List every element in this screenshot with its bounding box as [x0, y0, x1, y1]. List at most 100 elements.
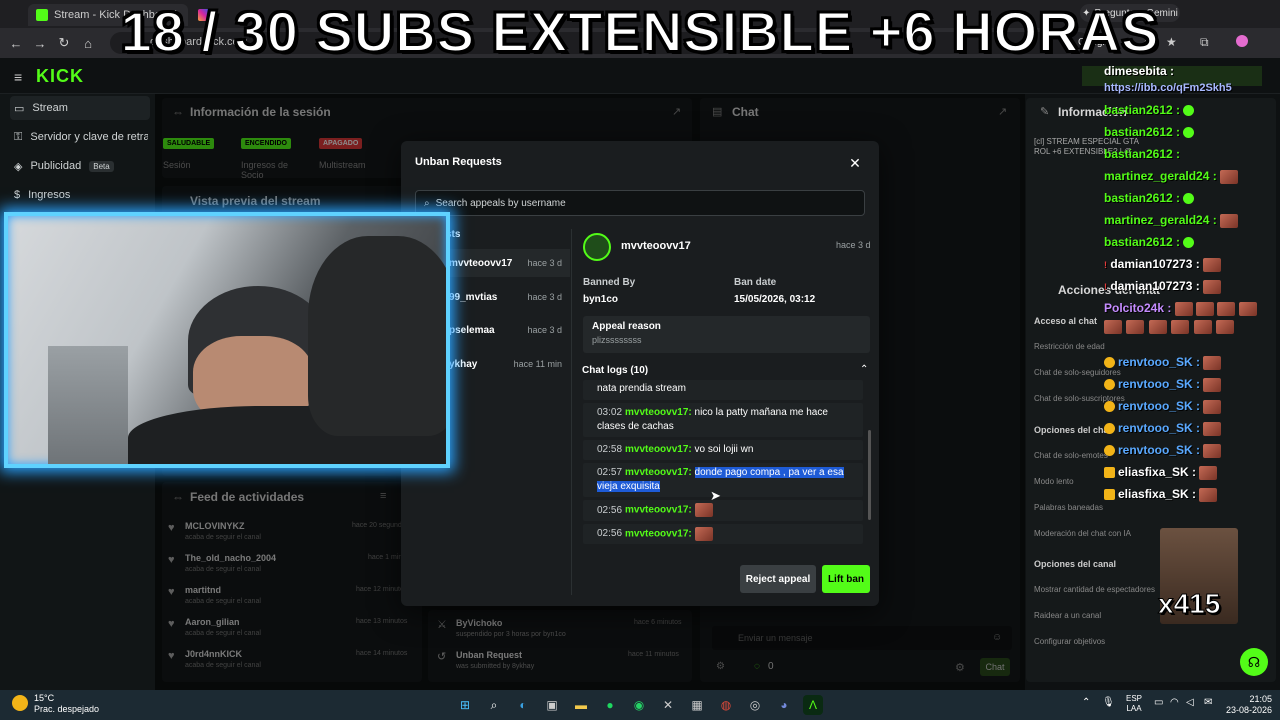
request-row-pselemaa[interactable]: pselemaa hace 3 d: [445, 316, 570, 344]
folder-icon[interactable]: ▬: [571, 695, 591, 715]
appeal-reason-text: plizssssssss: [592, 335, 642, 345]
log-time: 02:56: [597, 528, 623, 540]
webcam-hood: [308, 236, 446, 436]
obs-kick-icon[interactable]: Λ: [803, 695, 823, 715]
banned-by-value: byn1co: [583, 294, 619, 305]
notification-icon[interactable]: ✉: [1204, 697, 1212, 708]
search-field[interactable]: ⌕: [415, 190, 865, 216]
logs-scrollbar[interactable]: [868, 430, 871, 520]
log-user[interactable]: mvvteoovv17:: [625, 505, 692, 516]
microphone-icon[interactable]: 🎙: [1102, 697, 1115, 708]
emote-icon: [694, 526, 713, 541]
tray-chevron-icon[interactable]: ⌃: [1082, 697, 1090, 708]
emote-icon: [1203, 355, 1222, 370]
log-user[interactable]: mvvteoovv17:: [625, 528, 692, 539]
close-icon[interactable]: ✕: [846, 154, 864, 172]
emote-icon: [694, 503, 713, 517]
list-item: 02:58 mvvteoovv17: vo soi lojii wn: [583, 440, 863, 460]
emote-icon: [1203, 279, 1222, 294]
xbox-icon[interactable]: ✕: [658, 695, 678, 715]
wifi-icon[interactable]: ◠: [1170, 697, 1179, 708]
request-row-mvtias[interactable]: 99_mvtias hace 3 d: [445, 283, 570, 311]
chevron-up-icon[interactable]: ⌃: [860, 364, 868, 375]
weather-widget[interactable]: 15°C Prac. despejado: [10, 693, 99, 715]
beta-badge: Beta: [89, 160, 114, 172]
emote-icon: [1199, 487, 1218, 502]
steam-icon[interactable]: ◎: [745, 695, 765, 715]
sidebar-item-stream[interactable]: ▭ Stream: [10, 96, 150, 120]
megaphone-icon: ◈: [14, 160, 23, 173]
log-text: vo soi lojii wn: [694, 444, 754, 455]
kick-logo[interactable]: KICK: [36, 66, 84, 87]
list-item: 02:57 mvvteoovv17: donde pago compa , pa …: [583, 463, 863, 497]
sub-badge-icon: [1104, 489, 1115, 501]
sidebar-item-ads[interactable]: ◈ Publicidad Beta: [10, 154, 150, 178]
mouse-cursor-icon: ➤: [710, 488, 721, 503]
lift-ban-button[interactable]: Lift ban: [822, 565, 870, 593]
clock-time: 21:05: [1249, 694, 1273, 704]
log-time: 02:56: [597, 504, 623, 516]
store-icon[interactable]: ▣: [542, 695, 562, 715]
sub-badge-icon: [1104, 467, 1115, 479]
action-item[interactable]: Chat de solo-emotes: [1034, 451, 1108, 460]
capture-icon[interactable]: ▦: [687, 695, 707, 715]
action-item: Opciones del canal: [1034, 559, 1117, 569]
sub-badge-icon: [1104, 379, 1115, 391]
emote-icon: [1203, 257, 1222, 272]
emote-icon: [1238, 301, 1257, 316]
action-item[interactable]: Restricción de edad: [1034, 342, 1105, 351]
log-user[interactable]: mvvteoovv17:: [625, 444, 692, 455]
search-icon[interactable]: ⌕: [484, 695, 504, 715]
action-item[interactable]: Acceso al chat: [1034, 316, 1097, 326]
taskbar-clock[interactable]: 21:05 23-08-2026: [1226, 694, 1272, 716]
sidebar-item-label: Stream: [32, 102, 68, 114]
action-item[interactable]: Palabras baneadas: [1034, 503, 1103, 512]
modal-divider: [571, 229, 572, 595]
battery-icon[interactable]: ▭: [1154, 697, 1163, 708]
reject-appeal-button[interactable]: Reject appeal: [740, 565, 816, 593]
emote-icon: [1199, 465, 1218, 480]
edge-icon[interactable]: ◐: [513, 695, 533, 715]
log-user[interactable]: mvvteoovv17:: [625, 467, 692, 478]
emote-counter: x415: [1157, 588, 1221, 620]
chat-line: bastian2612 :: [1104, 231, 1197, 253]
action-item[interactable]: Raidear a un canal: [1034, 611, 1101, 620]
log-time: 02:57: [597, 467, 623, 478]
action-item[interactable]: Configurar objetivos: [1034, 637, 1105, 646]
emote-icon: [1104, 319, 1122, 334]
chat-line: eliasfixa_SK :: [1104, 461, 1218, 483]
request-row-mvvteoovv17[interactable]: mvvteoovv17 hace 3 d: [445, 249, 570, 277]
chat-logs-header[interactable]: Chat logs (10): [582, 365, 648, 376]
sidebar-item-server-key[interactable]: ⚿ Servidor y clave de retransmisión: [10, 125, 150, 149]
whatsapp-icon[interactable]: ◉: [629, 695, 649, 715]
chat-user: eliasfixa_SK: [1118, 465, 1189, 479]
banned-by-label: Banned By: [583, 277, 636, 288]
chat-user: eliasfixa_SK: [1118, 487, 1189, 501]
language-indicator[interactable]: ESP LAA: [1126, 694, 1142, 714]
chat-line: renvtooo_SK :: [1104, 395, 1222, 417]
action-item[interactable]: Modo lento: [1034, 477, 1074, 486]
action-item[interactable]: Mostrar cantidad de espectadores: [1034, 585, 1155, 594]
emote-icon: [1196, 301, 1215, 316]
support-headset-icon[interactable]: ☊: [1240, 648, 1268, 676]
sidebar-item-revenue[interactable]: $ Ingresos: [10, 183, 150, 207]
chat-user: renvtooo_SK: [1118, 443, 1193, 457]
discord-icon[interactable]: ◕: [774, 695, 794, 715]
emote-icon: [1183, 193, 1195, 205]
chat-user: damian107273: [1110, 279, 1193, 293]
chat-logs-list[interactable]: nata prendia stream 03:02 mvvteoovv17: ni…: [583, 380, 863, 550]
chrome-icon[interactable]: ◍: [716, 695, 736, 715]
chat-line: martinez_gerald24 :: [1104, 209, 1239, 231]
request-row-ykhay[interactable]: ykhay hace 11 min: [445, 350, 570, 378]
ban-date-label: Ban date: [734, 277, 777, 288]
menu-icon[interactable]: ≡: [14, 69, 22, 85]
volume-icon[interactable]: ◁: [1186, 697, 1194, 708]
spotify-icon[interactable]: ●: [600, 695, 620, 715]
windows-start-icon[interactable]: ⊞: [455, 695, 475, 715]
detail-time: hace 3 d: [836, 240, 871, 250]
action-item[interactable]: Moderación del chat con IA: [1034, 529, 1131, 538]
list-item: nata prendia stream: [583, 380, 863, 400]
search-input[interactable]: [435, 197, 836, 209]
log-user[interactable]: mvvteoovv17:: [625, 407, 692, 418]
stream-icon: ▭: [14, 102, 25, 115]
